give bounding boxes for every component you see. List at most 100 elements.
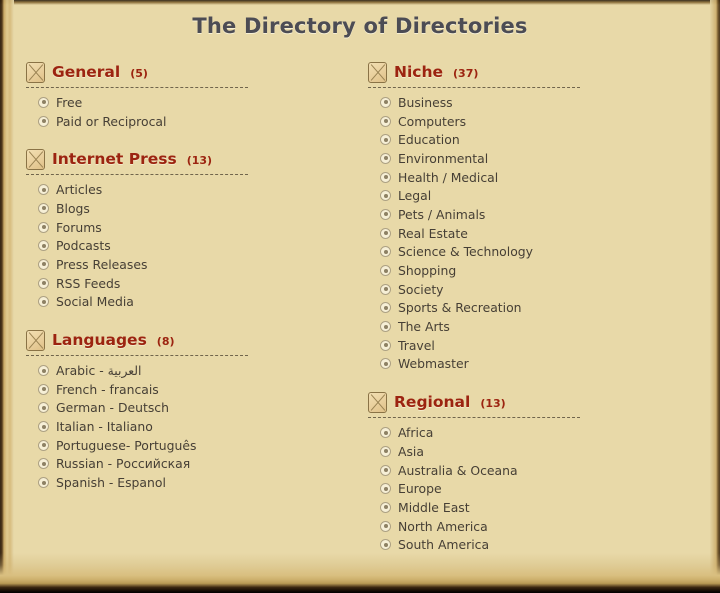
circle-bullet-icon — [38, 115, 49, 127]
list-item[interactable]: Education — [380, 130, 668, 149]
list-item[interactable]: Podcasts — [38, 236, 326, 255]
category-link[interactable]: Webmaster — [398, 356, 469, 371]
circle-bullet-icon — [38, 240, 49, 252]
category-link[interactable]: Articles — [56, 182, 102, 197]
category-link[interactable]: Press Releases — [56, 257, 147, 272]
category-link[interactable]: Italian - Italiano — [56, 419, 153, 434]
category-list: Arabic - العربية French - francais German … — [26, 361, 326, 492]
list-item[interactable]: Webmaster — [380, 355, 668, 374]
category-link[interactable]: Forums — [56, 220, 102, 235]
category-link[interactable]: Science & Technology — [398, 244, 533, 259]
list-item[interactable]: Business — [380, 93, 668, 112]
category-title[interactable]: Languages — [52, 331, 147, 349]
category-link[interactable]: Shopping — [398, 263, 456, 278]
list-item[interactable]: Shopping — [380, 261, 668, 280]
list-item[interactable]: Legal — [380, 186, 668, 205]
category-link[interactable]: Real Estate — [398, 226, 468, 241]
list-item[interactable]: Italian - Italiano — [38, 417, 326, 436]
category-link[interactable]: Africa — [398, 425, 433, 440]
category-link[interactable]: Environmental — [398, 151, 488, 166]
category-link[interactable]: Pets / Animals — [398, 207, 485, 222]
list-item[interactable]: Forums — [38, 218, 326, 237]
list-item[interactable]: Health / Medical — [380, 168, 668, 187]
category-link[interactable]: South America — [398, 537, 489, 552]
circle-bullet-icon — [380, 321, 391, 333]
category-link[interactable]: Society — [398, 282, 444, 297]
list-item[interactable]: Press Releases — [38, 255, 326, 274]
list-item[interactable]: Real Estate — [380, 224, 668, 243]
list-item[interactable]: Australia & Oceana — [380, 461, 668, 480]
category-header[interactable]: Niche (37) — [368, 60, 668, 84]
list-item[interactable]: Computers — [380, 112, 668, 131]
list-item[interactable]: South America — [380, 535, 668, 554]
list-item[interactable]: French - francais — [38, 380, 326, 399]
list-item[interactable]: North America — [380, 517, 668, 536]
category-link[interactable]: Middle East — [398, 500, 470, 515]
list-item[interactable]: Paid or Reciprocal — [38, 112, 326, 131]
category-section: General (5) Free Paid or Reciprocal — [26, 60, 326, 130]
category-link[interactable]: North America — [398, 519, 488, 534]
category-link[interactable]: Arabic - العربية — [56, 363, 142, 378]
list-item[interactable]: Travel — [380, 336, 668, 355]
circle-bullet-icon — [38, 365, 49, 377]
category-link[interactable]: Podcasts — [56, 238, 111, 253]
list-item[interactable]: Middle East — [380, 498, 668, 517]
category-link[interactable]: Portuguese- Português — [56, 438, 196, 453]
list-item[interactable]: Africa — [380, 423, 668, 442]
category-link[interactable]: Spanish - Espanol — [56, 475, 166, 490]
category-link[interactable]: Social Media — [56, 294, 134, 309]
category-link[interactable]: Health / Medical — [398, 170, 498, 185]
list-item[interactable]: Social Media — [38, 293, 326, 312]
category-list: Free Paid or Reciprocal — [26, 93, 326, 130]
category-header[interactable]: Internet Press (13) — [26, 147, 326, 171]
category-header[interactable]: General (5) — [26, 60, 326, 84]
category-link[interactable]: Computers — [398, 114, 466, 129]
list-item[interactable]: RSS Feeds — [38, 274, 326, 293]
list-item[interactable]: Arabic - العربية — [38, 361, 326, 380]
list-item[interactable]: Articles — [38, 180, 326, 199]
list-item[interactable]: Russian - Российская — [38, 455, 326, 474]
list-item[interactable]: Asia — [380, 442, 668, 461]
category-link[interactable]: Travel — [398, 338, 435, 353]
list-item[interactable]: Sports & Recreation — [380, 299, 668, 318]
category-link[interactable]: Education — [398, 132, 460, 147]
category-link[interactable]: Australia & Oceana — [398, 463, 518, 478]
category-title[interactable]: General — [52, 63, 120, 81]
list-item[interactable]: Science & Technology — [380, 243, 668, 262]
category-link[interactable]: Business — [398, 95, 453, 110]
list-item[interactable]: German - Deutsch — [38, 399, 326, 418]
list-item[interactable]: The Arts — [380, 317, 668, 336]
list-item[interactable]: Free — [38, 93, 326, 112]
category-link[interactable]: Asia — [398, 444, 424, 459]
circle-bullet-icon — [380, 96, 391, 108]
category-title[interactable]: Regional — [394, 393, 470, 411]
list-item[interactable]: Society — [380, 280, 668, 299]
category-link[interactable]: French - francais — [56, 382, 159, 397]
category-title[interactable]: Niche — [394, 63, 443, 81]
category-link[interactable]: RSS Feeds — [56, 276, 120, 291]
list-item[interactable]: Portuguese- Português — [38, 436, 326, 455]
page-content: The Directory of Directories General (5) F… — [0, 0, 720, 593]
list-item[interactable]: Pets / Animals — [380, 205, 668, 224]
circle-bullet-icon — [380, 246, 391, 258]
list-item[interactable]: Europe — [380, 479, 668, 498]
category-link[interactable]: Paid or Reciprocal — [56, 114, 166, 129]
category-header[interactable]: Regional (13) — [368, 390, 668, 414]
list-item[interactable]: Blogs — [38, 199, 326, 218]
category-link[interactable]: German - Deutsch — [56, 400, 169, 415]
category-link[interactable]: Legal — [398, 188, 431, 203]
category-header[interactable]: Languages (8) — [26, 328, 326, 352]
page-title: The Directory of Directories — [192, 14, 528, 38]
category-link[interactable]: Blogs — [56, 201, 90, 216]
category-link[interactable]: Sports & Recreation — [398, 300, 522, 315]
category-link[interactable]: Russian - Российская — [56, 456, 190, 471]
category-link[interactable]: Free — [56, 95, 82, 110]
category-link[interactable]: Europe — [398, 481, 442, 496]
circle-bullet-icon — [380, 190, 391, 202]
circle-bullet-icon — [380, 520, 391, 532]
circle-bullet-icon — [380, 302, 391, 314]
list-item[interactable]: Spanish - Espanol — [38, 473, 326, 492]
category-link[interactable]: The Arts — [398, 319, 450, 334]
category-title[interactable]: Internet Press — [52, 150, 177, 168]
list-item[interactable]: Environmental — [380, 149, 668, 168]
